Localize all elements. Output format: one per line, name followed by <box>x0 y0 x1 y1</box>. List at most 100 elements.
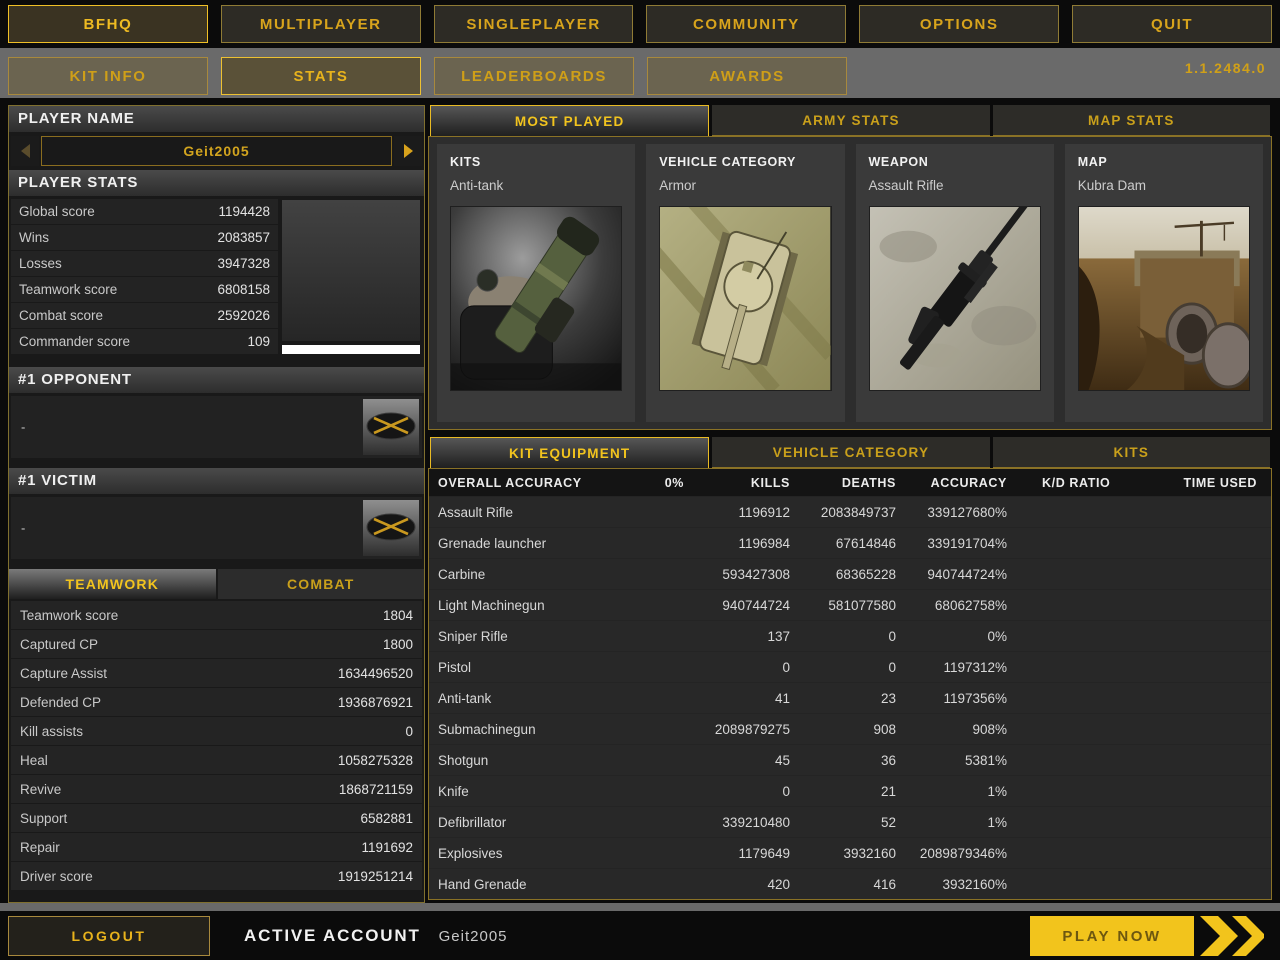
equipment-name: Carbine <box>438 567 643 582</box>
teamwork-stat-row: Revive 1868721159 <box>11 775 422 803</box>
crossed-rifles-badge-icon <box>363 399 419 455</box>
most-played-tab[interactable]: MAP STATS <box>993 105 1270 136</box>
equipment-kills: 1196912 <box>684 505 790 520</box>
main-nav-button[interactable]: COMMUNITY <box>646 5 846 43</box>
rank-insignia-box <box>282 200 420 341</box>
equipment-row: Assault Rifle 1196912 2083849737 3391276… <box>429 497 1271 527</box>
subnav-button[interactable]: LEADERBOARDS <box>434 57 634 95</box>
equipment-tab[interactable]: KIT EQUIPMENT <box>430 437 709 468</box>
player-stat-row: Losses 3947328 <box>11 251 278 276</box>
equipment-accuracy: 339127680% <box>896 505 1007 520</box>
previous-player-button[interactable] <box>11 136 39 166</box>
equipment-kills: 2089879275 <box>684 722 790 737</box>
kubra-dam-screenshot-image <box>1078 206 1250 391</box>
most-played-card-weapon: WEAPON Assault Rifle <box>856 144 1054 422</box>
stat-label: Wins <box>19 230 49 245</box>
player-panel-tab-label: TEAMWORK <box>65 576 159 592</box>
equipment-table: OVERALL ACCURACY 0% KILLS DEATHS ACCURAC… <box>428 468 1272 900</box>
equipment-row: Carbine 593427308 68365228 940744724% <box>429 559 1271 589</box>
main-nav-button[interactable]: OPTIONS <box>859 5 1059 43</box>
anti-tank-kit-image <box>450 206 622 391</box>
stat-label: Teamwork score <box>20 608 118 623</box>
summary-value: 0% <box>643 476 684 490</box>
player-stat-row: Global score 1194428 <box>11 199 278 224</box>
main-nav-button-label: SINGLEPLAYER <box>466 16 601 33</box>
equipment-accuracy: 2089879346% <box>896 846 1007 861</box>
player-panel-tab[interactable]: TEAMWORK <box>9 569 216 599</box>
equipment-name: Grenade launcher <box>438 536 643 551</box>
victim-header: #1 VICTIM <box>9 468 424 494</box>
equipment-kills: 41 <box>684 691 790 706</box>
player-name-value: Geit2005 <box>41 136 392 166</box>
equipment-name: Pistol <box>438 660 643 675</box>
player-panel-tab[interactable]: COMBAT <box>218 569 425 599</box>
active-account-name: Geit2005 <box>439 928 508 945</box>
player-name-selector: Geit2005 <box>11 136 422 166</box>
logout-button[interactable]: LOGOUT <box>8 916 210 956</box>
player-stats-header: PLAYER STATS <box>9 170 424 196</box>
equipment-deaths: 68365228 <box>790 567 896 582</box>
subnav-button-label: STATS <box>294 68 349 85</box>
play-now-button[interactable]: PLAY NOW <box>1030 916 1264 956</box>
active-account: ACTIVE ACCOUNT Geit2005 <box>244 916 508 956</box>
footer-strip <box>0 903 1280 911</box>
stat-label: Kill assists <box>20 724 83 739</box>
equipment-row: Grenade launcher 1196984 67614846 339191… <box>429 528 1271 558</box>
equipment-name: Shotgun <box>438 753 643 768</box>
stat-value: 2592026 <box>217 308 270 323</box>
equipment-deaths: 2083849737 <box>790 505 896 520</box>
equipment-kills: 1179649 <box>684 846 790 861</box>
main-nav-button[interactable]: MULTIPLAYER <box>221 5 421 43</box>
column-kills: KILLS <box>684 476 790 490</box>
equipment-deaths: 21 <box>790 784 896 799</box>
opponent-name: - <box>21 420 25 435</box>
equipment-table-header: OVERALL ACCURACY 0% KILLS DEATHS ACCURAC… <box>429 469 1271 496</box>
main-nav-button-label: BFHQ <box>83 16 132 33</box>
next-player-button[interactable] <box>394 136 422 166</box>
teamwork-combat-tabs: TEAMWORK COMBAT <box>9 569 424 599</box>
teamwork-stat-row: Defended CP 1936876921 <box>11 688 422 716</box>
equipment-tab[interactable]: KITS <box>993 437 1270 468</box>
main-nav-button-label: OPTIONS <box>920 16 999 33</box>
stat-value: 2083857 <box>217 230 270 245</box>
most-played-tab[interactable]: MOST PLAYED <box>430 105 709 136</box>
equipment-kills: 339210480 <box>684 815 790 830</box>
subnav-button[interactable]: KIT INFO <box>8 57 208 95</box>
summary-label: OVERALL ACCURACY <box>438 476 643 490</box>
equipment-row: Knife 0 21 1% <box>429 776 1271 806</box>
stat-label: Repair <box>20 840 60 855</box>
equipment-name: Knife <box>438 784 643 799</box>
equipment-deaths: 3932160 <box>790 846 896 861</box>
player-stat-row: Wins 2083857 <box>11 225 278 250</box>
left-arrow-icon <box>21 144 30 158</box>
most-played-panel: KITS Anti-tank <box>428 136 1272 430</box>
equipment-name: Explosives <box>438 846 643 861</box>
card-value: Assault Rifle <box>869 178 1041 193</box>
equipment-name: Light Machinegun <box>438 598 643 613</box>
equipment-accuracy: 1197312% <box>896 660 1007 675</box>
subnav-button[interactable]: STATS <box>221 57 421 95</box>
victim-name: - <box>21 521 25 536</box>
equipment-kills: 593427308 <box>684 567 790 582</box>
equipment-deaths: 52 <box>790 815 896 830</box>
victim-row: - <box>11 497 422 559</box>
equipment-row: Defibrillator 339210480 52 1% <box>429 807 1271 837</box>
equipment-kills: 0 <box>684 784 790 799</box>
most-played-tab[interactable]: ARMY STATS <box>712 105 989 136</box>
equipment-tab[interactable]: VEHICLE CATEGORY <box>712 437 989 468</box>
stat-label: Combat score <box>19 308 103 323</box>
equipment-kills: 940744724 <box>684 598 790 613</box>
equipment-deaths: 416 <box>790 877 896 892</box>
equipment-row: Submachinegun 2089879275 908 908% <box>429 714 1271 744</box>
main-nav-button[interactable]: QUIT <box>1072 5 1272 43</box>
equipment-row: Shotgun 45 36 5381% <box>429 745 1271 775</box>
equipment-tab-label: KITS <box>1114 445 1150 460</box>
equipment-accuracy: 908% <box>896 722 1007 737</box>
main-nav-button[interactable]: BFHQ <box>8 5 208 43</box>
equipment-row: Explosives 1179649 3932160 2089879346% <box>429 838 1271 868</box>
stat-value: 1058275328 <box>338 753 413 768</box>
assault-rifle-image <box>869 206 1041 391</box>
main-nav-button[interactable]: SINGLEPLAYER <box>434 5 634 43</box>
subnav-button[interactable]: AWARDS <box>647 57 847 95</box>
equipment-deaths: 0 <box>790 629 896 644</box>
